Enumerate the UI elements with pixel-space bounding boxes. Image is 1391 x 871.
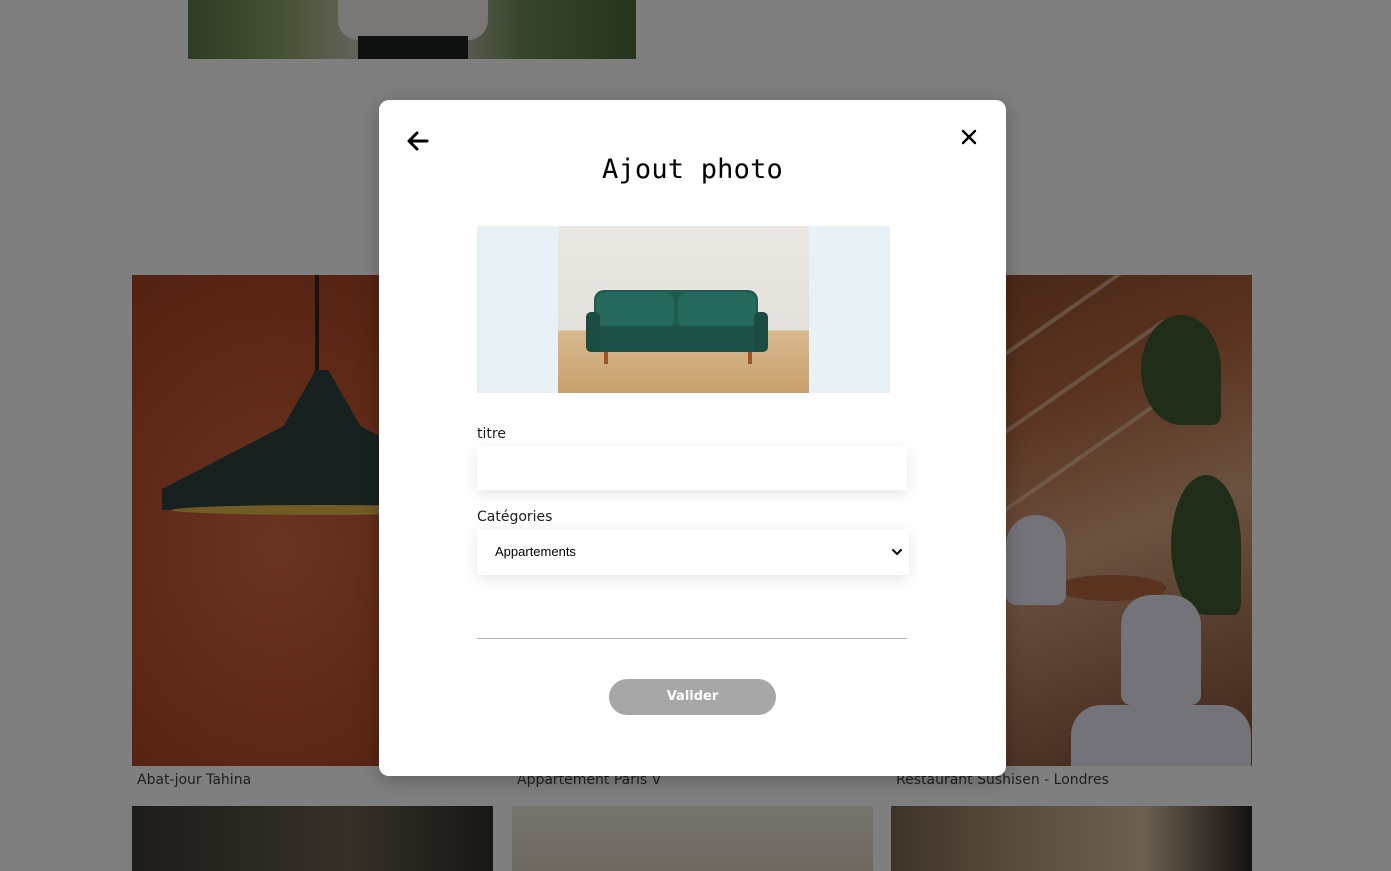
preview-image-sofa [558, 226, 809, 393]
sofa-leg [748, 352, 752, 364]
add-photo-modal: Ajout photo titre Catégories Appartement… [379, 100, 1006, 776]
sofa-arm [754, 312, 768, 352]
category-selected-value: Appartements [495, 544, 576, 559]
sofa-arm [586, 312, 600, 352]
close-button[interactable] [958, 126, 980, 148]
back-button[interactable] [405, 128, 431, 154]
portfolio-page: Abat-jour Tahina Appartement Paris V Res… [0, 0, 1391, 871]
form-divider [477, 638, 907, 639]
category-label: Catégories [477, 509, 553, 525]
title-input[interactable] [477, 446, 907, 490]
close-icon [961, 129, 977, 145]
submit-button[interactable]: Valider [609, 679, 776, 715]
category-select[interactable]: Appartements [477, 529, 909, 575]
arrow-left-icon [407, 131, 429, 151]
sofa-cushion [678, 292, 756, 330]
sofa-leg [604, 352, 608, 364]
sofa-seat [588, 326, 764, 352]
sofa-cushion [596, 292, 674, 330]
photo-preview[interactable] [477, 226, 890, 393]
chevron-down-icon [892, 549, 902, 555]
modal-title: Ajout photo [601, 154, 783, 185]
title-label: titre [477, 426, 506, 442]
